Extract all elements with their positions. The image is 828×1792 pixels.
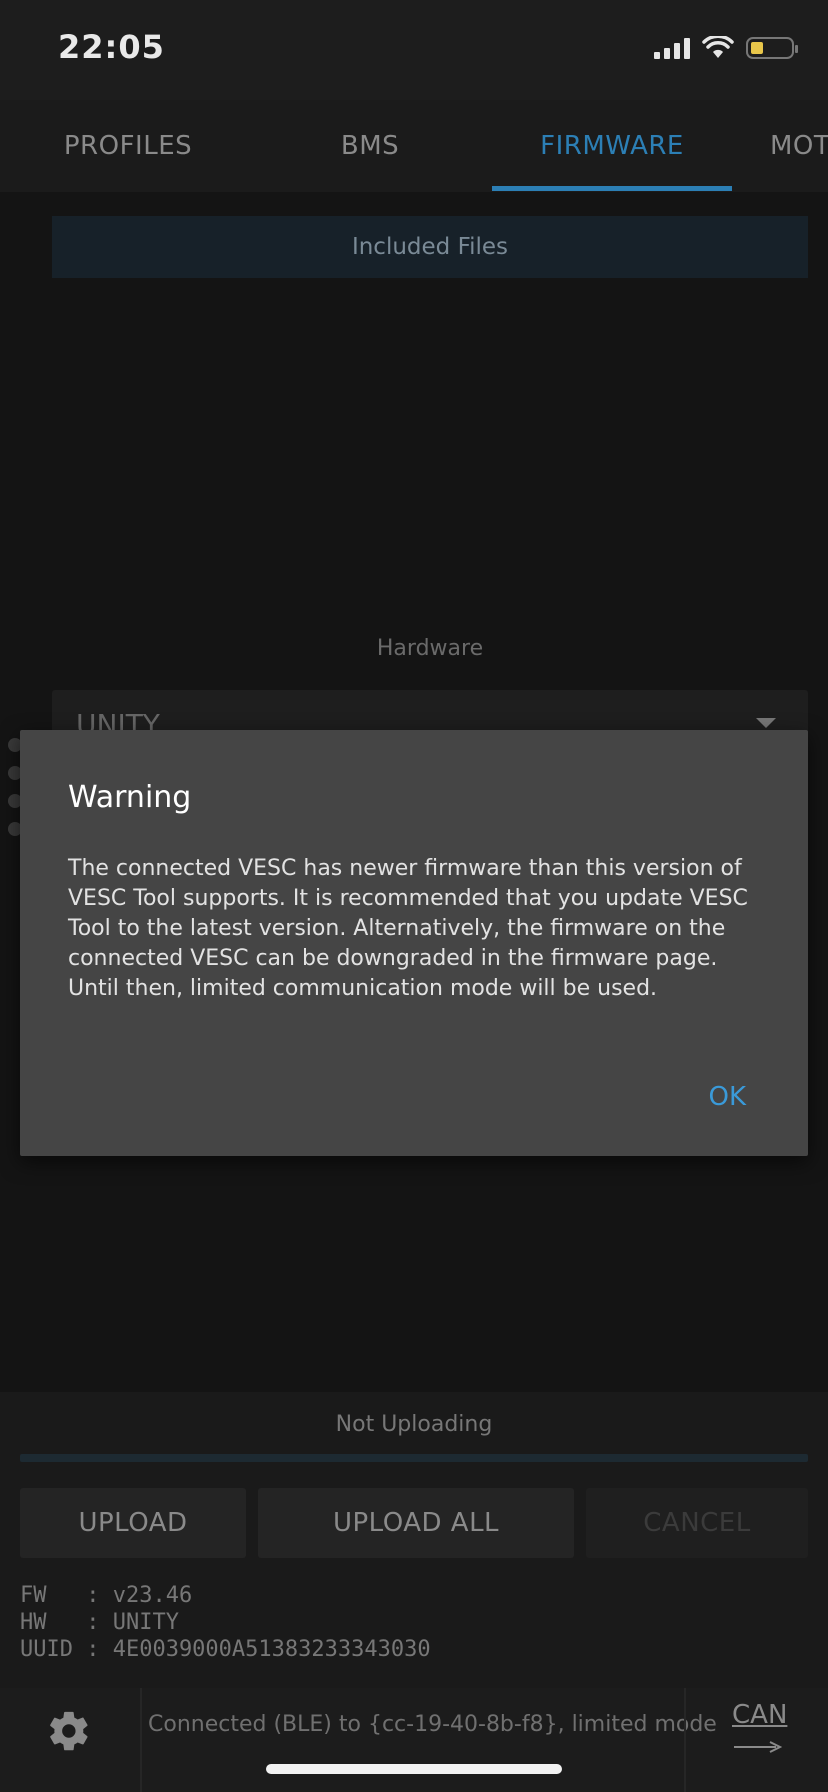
divider: [140, 1688, 142, 1792]
tab-motor[interactable]: MOT: [770, 100, 828, 192]
home-indicator[interactable]: [266, 1764, 562, 1774]
cellular-signal-icon: [654, 37, 690, 59]
wifi-icon: [702, 36, 734, 58]
status-icons: [654, 36, 798, 60]
arrow-right-icon: [734, 1741, 782, 1753]
hardware-label: Hardware: [376, 636, 484, 661]
upload-panel: Not Uploading UPLOAD UPLOAD ALL CANCEL F…: [0, 1392, 828, 1688]
cancel-button[interactable]: CANCEL: [586, 1488, 808, 1558]
active-tab-indicator: [492, 186, 732, 191]
battery-level: [751, 42, 763, 54]
dialog-title: Warning: [68, 780, 192, 815]
tab-bms[interactable]: BMS: [256, 100, 484, 192]
status-bar: 22:05: [0, 0, 828, 100]
uuid-line: UUID : 4E0039000A51383233343030: [20, 1637, 431, 1662]
included-files-button[interactable]: Included Files: [52, 216, 808, 278]
can-button[interactable]: CAN: [732, 1700, 787, 1730]
device-info: FW : v23.46 HW : UNITY UUID : 4E0039000A51…: [20, 1582, 431, 1663]
upload-button[interactable]: UPLOAD: [20, 1488, 246, 1558]
gear-icon[interactable]: [46, 1708, 92, 1754]
tab-bar: PROFILES BMS FIRMWARE MOT: [0, 100, 828, 192]
warning-dialog: Warning The connected VESC has newer fir…: [20, 730, 808, 1156]
status-time: 22:05: [58, 28, 165, 66]
upload-status: Not Uploading: [335, 1412, 493, 1437]
divider: [684, 1688, 686, 1792]
tab-firmware[interactable]: FIRMWARE: [492, 100, 732, 192]
dialog-message: The connected VESC has newer firmware th…: [68, 856, 748, 1001]
hw-line: HW : UNITY: [20, 1610, 179, 1635]
tab-profiles[interactable]: PROFILES: [0, 100, 256, 192]
fw-line: FW : v23.46: [20, 1583, 193, 1608]
connection-status: Connected (BLE) to {cc-19-40-8b-f8}, lim…: [148, 1712, 717, 1737]
upload-progress-bar: [20, 1454, 808, 1462]
ok-button[interactable]: OK: [708, 1082, 746, 1112]
bottom-bar: Connected (BLE) to {cc-19-40-8b-f8}, lim…: [0, 1688, 828, 1792]
dropdown-arrow-icon: [756, 718, 776, 728]
battery-icon: [746, 37, 798, 59]
upload-all-button[interactable]: UPLOAD ALL: [258, 1488, 574, 1558]
